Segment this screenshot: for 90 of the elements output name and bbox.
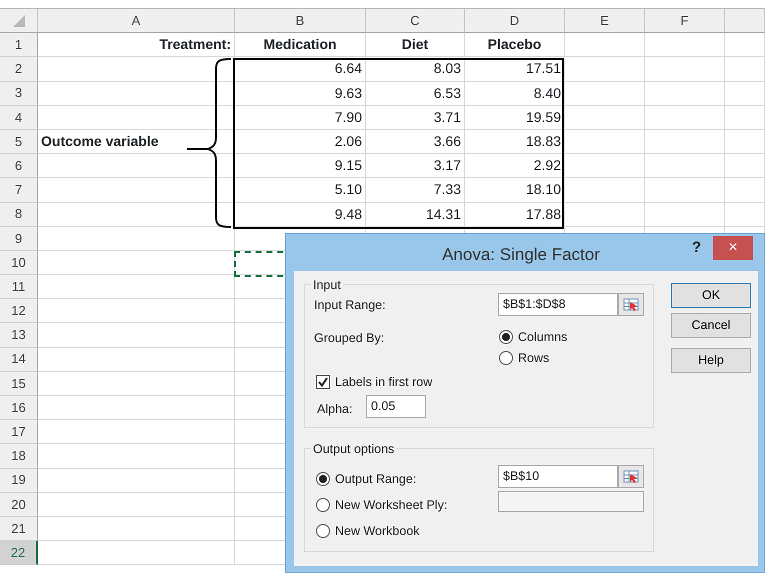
table-cell: Diet bbox=[366, 33, 465, 58]
row-header[interactable]: 6 bbox=[0, 154, 38, 178]
row-header[interactable]: 12 bbox=[0, 299, 38, 324]
table-cell: 7.90 bbox=[235, 106, 366, 130]
table-cell bbox=[725, 130, 765, 154]
row-header[interactable]: 1 bbox=[0, 33, 38, 58]
row-header[interactable]: 20 bbox=[0, 492, 38, 517]
table-cell: Placebo bbox=[465, 33, 565, 58]
range-picker-button[interactable] bbox=[618, 293, 644, 316]
row-header[interactable]: 5 bbox=[0, 130, 38, 154]
field-label: Input Range: bbox=[314, 297, 386, 314]
row-header[interactable]: 7 bbox=[0, 178, 38, 202]
table-cell: 6.53 bbox=[366, 82, 465, 106]
dialog-button[interactable]: OK bbox=[671, 283, 751, 308]
row-header[interactable]: 19 bbox=[0, 468, 38, 493]
radio-button[interactable] bbox=[316, 472, 330, 486]
row-header[interactable]: 3 bbox=[0, 82, 38, 106]
table-cell bbox=[725, 178, 765, 202]
table-cell bbox=[725, 33, 765, 58]
table-cell bbox=[725, 154, 765, 178]
corner-triangle-icon bbox=[12, 14, 24, 27]
input-field[interactable]: 0.05 bbox=[366, 395, 426, 418]
row-header[interactable]: 22 bbox=[0, 541, 38, 566]
window-title: Anova: Single Factor bbox=[441, 244, 601, 266]
radio-button[interactable] bbox=[499, 330, 513, 344]
table-cell: 18.83 bbox=[465, 130, 565, 154]
row-header[interactable]: 15 bbox=[0, 372, 38, 396]
radio-button[interactable] bbox=[316, 498, 330, 512]
table-cell: 3.71 bbox=[366, 106, 465, 130]
field-label: Alpha: bbox=[317, 401, 352, 418]
checkbox[interactable] bbox=[316, 375, 330, 390]
column-header[interactable]: E bbox=[565, 9, 645, 34]
input-field[interactable]: $B$10 bbox=[498, 465, 618, 488]
column-header[interactable]: F bbox=[645, 9, 725, 34]
table-cell: 3.17 bbox=[366, 154, 465, 178]
table-cell: 3.66 bbox=[366, 130, 465, 154]
close-button[interactable]: × bbox=[713, 236, 753, 260]
help-button[interactable]: ? bbox=[686, 236, 708, 260]
input-field[interactable]: $B$1:$D$8 bbox=[498, 293, 618, 316]
row-header[interactable]: 11 bbox=[0, 275, 38, 300]
table-cell: 8.03 bbox=[366, 57, 465, 82]
table-cell: 9.63 bbox=[235, 82, 366, 106]
table-cell: 19.59 bbox=[465, 106, 565, 130]
range-picker-button[interactable] bbox=[618, 465, 644, 488]
radio-button[interactable] bbox=[316, 524, 330, 538]
radio-label[interactable]: Rows bbox=[518, 349, 550, 368]
table-cell: Treatment: bbox=[38, 33, 235, 58]
row-header[interactable]: 18 bbox=[0, 444, 38, 469]
table-cell: 7.33 bbox=[366, 178, 465, 202]
table-cell: 9.48 bbox=[235, 202, 366, 227]
row-header[interactable]: 8 bbox=[0, 202, 38, 227]
table-cell: Outcome variable bbox=[38, 130, 235, 154]
radio-button[interactable] bbox=[499, 351, 513, 366]
radio-label[interactable]: New Workbook bbox=[335, 522, 420, 541]
table-cell: 5.10 bbox=[235, 178, 366, 202]
checkmark-icon bbox=[317, 376, 329, 388]
table-cell: 14.31 bbox=[366, 202, 465, 227]
row-header[interactable]: 4 bbox=[0, 106, 38, 130]
table-cell: 17.51 bbox=[465, 57, 565, 82]
row-header[interactable]: 9 bbox=[0, 226, 38, 251]
table-cell bbox=[725, 106, 765, 130]
table-cell: 17.88 bbox=[465, 202, 565, 227]
table-cell: 6.64 bbox=[235, 57, 366, 82]
table-cell: 8.40 bbox=[465, 82, 565, 106]
radio-label[interactable]: Output Range: bbox=[335, 470, 416, 489]
table-cell: 2.06 bbox=[235, 130, 366, 154]
row-header[interactable]: 2 bbox=[0, 57, 38, 82]
row-header[interactable]: 10 bbox=[0, 250, 38, 276]
table-cell: 18.10 bbox=[465, 178, 565, 202]
row-header[interactable]: 13 bbox=[0, 323, 38, 348]
field-label: Grouped By: bbox=[314, 330, 384, 347]
checkbox-label[interactable]: Labels in first row bbox=[335, 373, 432, 392]
column-header[interactable]: A bbox=[38, 9, 235, 34]
row-header[interactable]: 17 bbox=[0, 420, 38, 444]
row-header[interactable]: 14 bbox=[0, 348, 38, 372]
dialog-button[interactable]: Help bbox=[671, 348, 751, 373]
table-cell: 2.92 bbox=[465, 154, 565, 178]
radio-label[interactable]: New Worksheet Ply: bbox=[335, 496, 448, 515]
column-header[interactable]: B bbox=[235, 9, 366, 34]
column-header[interactable]: C bbox=[366, 9, 465, 34]
table-cell: 9.15 bbox=[235, 154, 366, 178]
table-cell bbox=[725, 57, 765, 82]
column-header[interactable]: D bbox=[465, 9, 565, 34]
dialog-button[interactable]: Cancel bbox=[671, 313, 751, 338]
row-header[interactable]: 16 bbox=[0, 396, 38, 420]
row-header[interactable]: 21 bbox=[0, 516, 38, 542]
table-cell bbox=[725, 82, 765, 106]
table-cell: Medication bbox=[235, 33, 366, 58]
input-field[interactable] bbox=[498, 491, 644, 512]
radio-label[interactable]: Columns bbox=[518, 328, 568, 347]
